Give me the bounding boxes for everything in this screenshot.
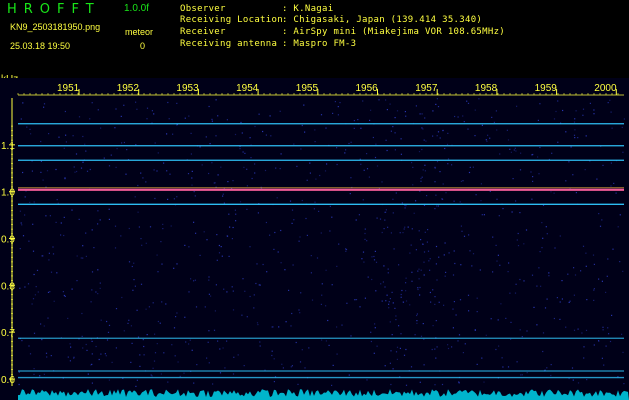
meteor-count: 0 <box>140 41 146 51</box>
frequency-tick-label: 0.6 <box>1 375 15 386</box>
file-name: KN9_2503181950.png <box>10 22 101 32</box>
timestamp: 25.03.18 19:50 <box>10 41 71 51</box>
location-label: Receiving Location <box>180 15 283 25</box>
receiver-value: : AirSpy mini (Miakejima VOR 108.65MHz) <box>282 27 506 37</box>
time-tick-label: 1952 <box>117 83 140 94</box>
time-tick-label: 1958 <box>475 83 498 94</box>
observer-value: : K.Nagai <box>282 4 334 14</box>
antenna-value: : Maspro FM-3 <box>282 39 357 49</box>
plot-background <box>0 78 629 400</box>
time-tick-label: 1953 <box>176 83 199 94</box>
time-tick-label: 1955 <box>296 83 319 94</box>
time-tick-label: 1954 <box>236 83 259 94</box>
observer-label: Observer <box>180 4 226 14</box>
location-value: : Chigasaki, Japan (139.414 35.340) <box>282 15 483 25</box>
frequency-tick-label: 0.8 <box>1 281 15 292</box>
time-tick-label: 2000 <box>594 83 617 94</box>
receiver-label: Receiver <box>180 27 226 37</box>
frequency-tick-label: 1.0 <box>1 188 15 199</box>
antenna-label: Receiving antenna <box>180 39 278 49</box>
time-tick-label: 1959 <box>535 83 558 94</box>
time-tick-label: 1957 <box>415 83 438 94</box>
version-label: 1.0.0f <box>124 3 150 14</box>
time-tick-label: 1956 <box>356 83 379 94</box>
meteor-label: meteor <box>125 27 154 37</box>
frequency-tick-label: 0.7 <box>1 328 15 339</box>
header-panel: HROFFT 1.0.0f KN9_2503181950.png meteor … <box>0 0 629 78</box>
frequency-tick-label: 1.1 <box>1 141 15 152</box>
app-logo: HROFFT <box>7 2 101 17</box>
time-tick-label: 1951 <box>57 83 80 94</box>
spectrogram: 1.1 1.0 0.9 0.8 0.7 0.6 1951 1952 1953 1954 1955 19… <box>0 78 629 400</box>
frequency-tick-label: 0.9 <box>1 234 15 245</box>
